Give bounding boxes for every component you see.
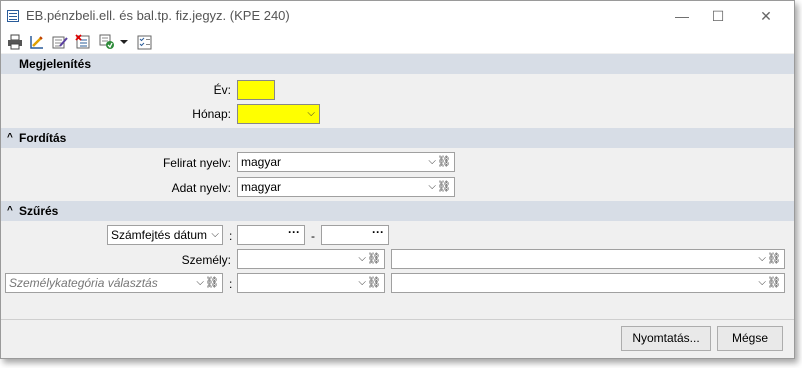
print-icon[interactable] xyxy=(7,34,23,50)
szemely-detail-select[interactable]: ⌵ ⛓ xyxy=(391,249,785,269)
chevron-down-icon: ⌵ xyxy=(358,277,366,288)
app-list-icon xyxy=(7,10,19,22)
paperclip-icon[interactable]: ⛓ xyxy=(205,274,219,292)
chevron-down-icon: ⌵ xyxy=(758,253,766,264)
section-title: Megjelenítés xyxy=(19,57,92,71)
adat-nyelv-select[interactable]: magyar ⌵ ⛓ xyxy=(237,177,455,197)
adat-nyelv-label: Adat nyelv: xyxy=(171,181,231,195)
honap-label: Hónap: xyxy=(192,107,231,121)
edit-form-icon[interactable] xyxy=(52,34,68,50)
collapse-caret-icon: ^ xyxy=(7,132,13,143)
window-title: EB.pénzbeli.ell. és bal.tp. fiz.jegyz. (… xyxy=(26,8,290,23)
paperclip-icon[interactable]: ⛓ xyxy=(367,250,381,268)
paperclip-icon[interactable]: ⛓ xyxy=(437,178,451,196)
section-title: Szűrés xyxy=(19,204,59,218)
maximize-button[interactable]: ☐ xyxy=(695,1,741,31)
dialog-window: EB.pénzbeli.ell. és bal.tp. fiz.jegyz. (… xyxy=(0,0,795,359)
szemelykategoria-colon: : xyxy=(229,277,233,291)
szemelykategoria-value-select[interactable]: ⌵ ⛓ xyxy=(237,273,385,293)
paperclip-icon[interactable]: ⛓ xyxy=(367,274,381,292)
chevron-down-icon: ⌵ xyxy=(428,181,436,192)
section-szures[interactable]: ^ Szűrés xyxy=(1,201,794,221)
paperclip-icon[interactable]: ⛓ xyxy=(437,153,451,171)
chevron-down-icon: ⌵ xyxy=(758,277,766,288)
szemely-select[interactable]: ⌵ ⛓ xyxy=(237,249,385,269)
date-type-select[interactable]: Számfejtés dátum ⌵ xyxy=(107,225,223,245)
chevron-down-icon: ⌵ xyxy=(358,253,366,264)
felirat-nyelv-select[interactable]: magyar ⌵ ⛓ xyxy=(237,152,455,172)
chevron-down-icon: ⌵ xyxy=(211,229,219,240)
paperclip-icon[interactable]: ⛓ xyxy=(767,250,781,268)
ev-label: Év: xyxy=(213,83,231,97)
szemelykategoria-select[interactable]: Személykategória választás ⌵ ⛓ xyxy=(5,273,223,293)
chevron-down-icon: ⌵ xyxy=(307,108,315,119)
close-button[interactable]: ✕ xyxy=(743,1,789,31)
delete-list-icon[interactable] xyxy=(75,34,91,50)
chevron-down-icon: ⌵ xyxy=(428,156,436,167)
refresh-options-icon[interactable] xyxy=(99,34,115,50)
section-forditas[interactable]: ^ Fordítás xyxy=(1,128,794,148)
felirat-nyelv-label: Felirat nyelv: xyxy=(162,156,231,170)
edit-ruler-icon[interactable] xyxy=(29,34,45,50)
paperclip-icon[interactable]: ⛓ xyxy=(767,274,781,292)
section-title: Fordítás xyxy=(19,131,67,145)
date-picker-icon[interactable]: ··· xyxy=(288,223,300,241)
section-megjelenites: Megjelenítés xyxy=(1,54,794,74)
ev-input[interactable] xyxy=(237,80,275,100)
szemely-label: Személy: xyxy=(181,253,231,267)
date-type-colon: : xyxy=(229,229,233,243)
print-button[interactable]: Nyomtatás... xyxy=(621,326,711,351)
dropdown-arrow-icon[interactable] xyxy=(119,34,129,50)
szemelykategoria-detail-select[interactable]: ⌵ ⛓ xyxy=(391,273,785,293)
date-picker-icon[interactable]: ··· xyxy=(372,223,384,241)
collapse-caret-icon: ^ xyxy=(7,205,13,216)
date-range-separator: - xyxy=(311,229,315,243)
toolbar xyxy=(1,31,794,53)
chevron-down-icon: ⌵ xyxy=(196,277,204,288)
title-bar: EB.pénzbeli.ell. és bal.tp. fiz.jegyz. (… xyxy=(1,1,794,31)
date-from-input[interactable]: ··· xyxy=(237,225,305,245)
cancel-button[interactable]: Mégse xyxy=(717,326,783,351)
date-to-input[interactable]: ··· xyxy=(321,225,389,245)
honap-select[interactable]: ⌵ xyxy=(237,104,320,124)
dialog-footer: Nyomtatás... Mégse xyxy=(1,319,794,358)
checklist-icon[interactable] xyxy=(137,34,153,50)
